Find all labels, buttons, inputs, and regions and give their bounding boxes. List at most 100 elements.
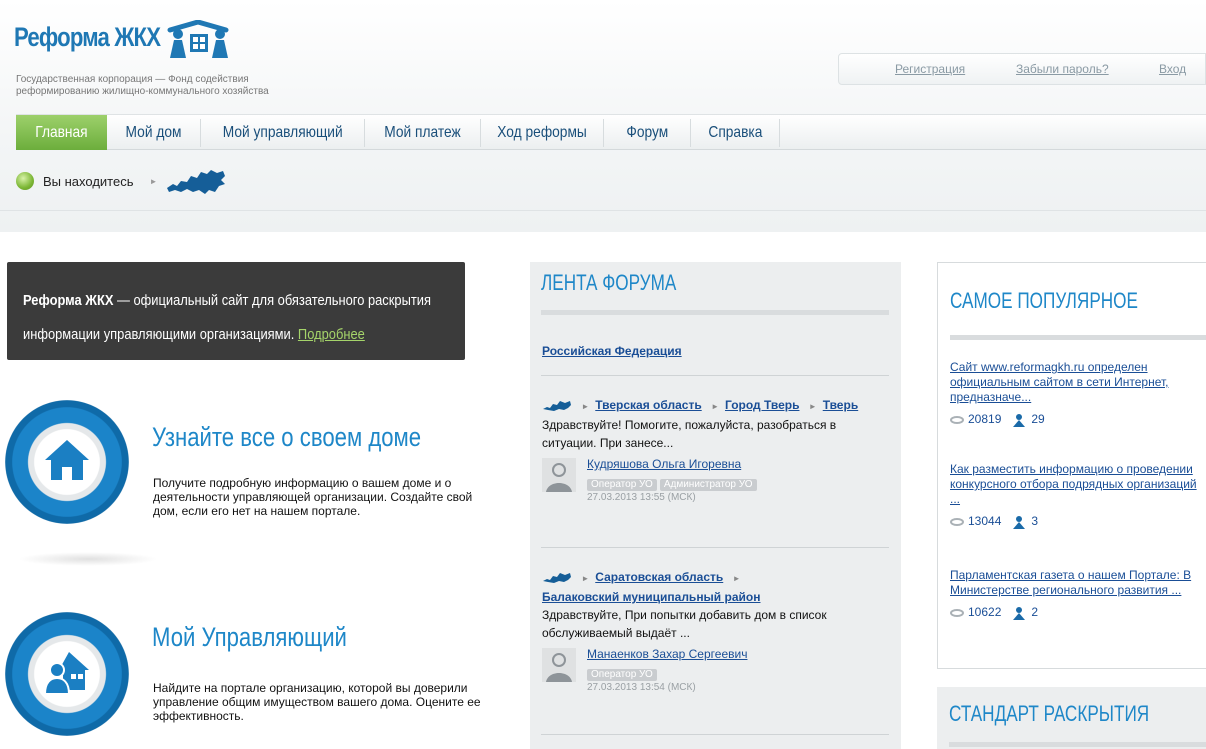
- nav-item-label: Мой управляющий: [222, 124, 343, 141]
- manager-house-icon[interactable]: [5, 612, 129, 736]
- feature-title[interactable]: Мой Управляющий: [152, 622, 347, 653]
- house-glyph: [45, 440, 89, 480]
- comments-person-icon: [1013, 606, 1026, 620]
- avatar-placeholder-icon: [542, 648, 576, 682]
- post-region-link[interactable]: Саратовская область: [595, 570, 723, 584]
- login-link[interactable]: Вход: [1159, 62, 1186, 76]
- path-arrow-icon: ►: [808, 402, 817, 411]
- popular-item-link[interactable]: Парламентская газета о нашем Портале: В …: [950, 568, 1191, 597]
- manager-glyph: [43, 652, 89, 695]
- feature-description: Найдите на портале организацию, которой …: [153, 681, 481, 723]
- logo-subtitle-line: Государственная корпорация — Фонд содейс…: [16, 74, 249, 85]
- standard-title[interactable]: СТАНДАРТ РАСКРЫТИЯ: [949, 701, 1149, 727]
- nav-item-my-payment[interactable]: Мой платеж: [365, 115, 480, 150]
- comments-count: 3: [1031, 514, 1039, 528]
- logo-subtitle-line: реформированию жилищно-коммунального хоз…: [16, 86, 269, 97]
- popular-item-link[interactable]: Сайт www.reformagkh.ru определен официал…: [950, 360, 1168, 404]
- site-logo[interactable]: Реформа ЖКХ Государственная корпорация —…: [14, 20, 269, 97]
- author-name-link[interactable]: Кудряшова Ольга Игоревна: [587, 456, 741, 472]
- nav-item-forum[interactable]: Форум: [604, 115, 690, 150]
- views-count: 13044: [968, 514, 1002, 528]
- nav-item-label: Мой платеж: [384, 124, 461, 141]
- russia-map-icon[interactable]: [542, 571, 572, 585]
- russia-map-icon[interactable]: [165, 166, 227, 196]
- post-author: Манаенков Захар Сергеевич Оператор УО 27…: [542, 646, 888, 696]
- disclosure-standard-panel: СТАНДАРТ РАСКРЫТИЯ: [937, 687, 1206, 749]
- header-divider: [0, 210, 1206, 211]
- forum-title: ЛЕНТА ФОРУМА: [541, 270, 677, 295]
- comments-person-icon: [1013, 413, 1026, 427]
- popular-title: САМОЕ ПОПУЛЯРНОЕ: [950, 288, 1138, 313]
- nav-item-help[interactable]: Справка: [691, 115, 779, 150]
- breadcrumb: Вы находитесь ►: [16, 166, 227, 196]
- post-region-link[interactable]: Тверская область: [595, 398, 701, 412]
- post-city-link[interactable]: Город Тверь: [725, 398, 799, 412]
- feature-my-manager: Мой Управляющий Найдите на портале орган…: [0, 612, 520, 749]
- location-pin-icon: [16, 172, 34, 190]
- intro-banner: Реформа ЖКХ — официальный сайт для обяза…: [7, 262, 465, 360]
- intro-text-block: Реформа ЖКХ — официальный сайт для обяза…: [23, 284, 453, 352]
- intro-line-1: — официальный сайт для обязательного рас…: [113, 292, 431, 309]
- comments-person-icon: [1013, 515, 1026, 529]
- author-name-link[interactable]: Манаенков Захар Сергеевич: [587, 646, 747, 662]
- register-link[interactable]: Регистрация: [895, 62, 965, 76]
- nav-item-home[interactable]: Главная: [16, 115, 107, 150]
- post-date: 27.03.2013 13:54 (МСК): [587, 682, 696, 693]
- logo-house-icon: [167, 20, 229, 58]
- feature-shadow: [18, 552, 158, 566]
- nav-item-label: Форум: [626, 124, 668, 141]
- feature-description: Получите подробную информацию о вашем до…: [153, 476, 473, 518]
- forum-divider: [541, 375, 889, 376]
- nav-item-label: Справка: [708, 124, 762, 141]
- feature-title[interactable]: Узнайте все о своем доме: [152, 422, 421, 453]
- post-date: 27.03.2013 13:55 (МСК): [587, 492, 696, 503]
- forum-divider: [541, 734, 889, 735]
- popular-item: Сайт www.reformagkh.ru определен официал…: [950, 360, 1206, 427]
- post-district-link[interactable]: Балаковский муниципальный район: [542, 590, 760, 604]
- nav-item-label: Ход реформы: [497, 124, 587, 141]
- forum-post: ► Саратовская область ► Балаковский муниц…: [542, 568, 888, 696]
- main-nav: Главная Мой дом Мой управляющий Мой плат…: [16, 114, 1206, 150]
- nav-item-reform-progress[interactable]: Ход реформы: [481, 115, 603, 150]
- post-location-path: ► Саратовская область ►: [542, 568, 888, 588]
- post-location-path: ► Тверская область ► Город Тверь ► Тверь: [542, 396, 888, 416]
- post-excerpt[interactable]: Здравствуйте, При попытки добавить дом в…: [542, 606, 888, 642]
- popular-item: Как разместить информацию о проведении к…: [950, 462, 1206, 529]
- path-arrow-icon: ►: [581, 402, 590, 411]
- path-arrow-icon: ►: [732, 574, 741, 583]
- popular-item-stats: 13044 3: [950, 514, 1206, 529]
- views-count: 10622: [968, 605, 1002, 619]
- intro-site-name: Реформа ЖКХ: [23, 292, 114, 309]
- views-icon: [950, 517, 964, 526]
- comments-count: 29: [1031, 412, 1045, 426]
- path-arrow-icon: ►: [711, 402, 719, 411]
- nav-item-label: Мой дом: [125, 124, 182, 141]
- popular-item-stats: 10622 2: [950, 605, 1206, 620]
- intro-more-link[interactable]: Подробнее: [298, 326, 365, 343]
- popular-item: Парламентская газета о нашем Портале: В …: [950, 568, 1206, 620]
- popular-item-link[interactable]: Как разместить информацию о проведении к…: [950, 462, 1197, 506]
- forum-feed: ЛЕНТА ФОРУМА Российская Федерация ► Тверс…: [530, 262, 901, 749]
- intro-line-2: информации управляющими организациями.: [23, 326, 298, 343]
- popular-title-rule: [950, 335, 1206, 340]
- forum-region-link[interactable]: Российская Федерация: [542, 344, 682, 358]
- logo-title: Реформа ЖКХ: [14, 22, 161, 52]
- house-icon[interactable]: [5, 400, 129, 524]
- popular-item-stats: 20819 29: [950, 412, 1206, 427]
- nav-item-label: Главная: [35, 124, 88, 141]
- views-count: 20819: [968, 412, 1002, 426]
- post-locality-link[interactable]: Тверь: [823, 398, 858, 412]
- views-icon: [950, 415, 964, 424]
- forum-post: ► Тверская область ► Город Тверь ► Тверь Зд…: [542, 396, 888, 506]
- breadcrumb-arrow-icon: ►: [149, 176, 158, 186]
- nav-divider: [779, 119, 780, 147]
- login-bar: Регистрация Забыли пароль? Вход: [838, 53, 1206, 85]
- forgot-password-link[interactable]: Забыли пароль?: [1016, 62, 1109, 76]
- forum-divider: [541, 547, 889, 548]
- nav-item-my-manager[interactable]: Мой управляющий: [201, 115, 364, 150]
- site-header: Реформа ЖКХ Государственная корпорация —…: [0, 0, 1206, 232]
- post-author: Кудряшова Ольга Игоревна Оператор УО Адми…: [542, 456, 888, 506]
- nav-item-my-house[interactable]: Мой дом: [107, 115, 200, 150]
- russia-map-icon[interactable]: [542, 399, 572, 413]
- post-excerpt[interactable]: Здравствуйте! Помогите, пожалуйста, разо…: [542, 416, 888, 452]
